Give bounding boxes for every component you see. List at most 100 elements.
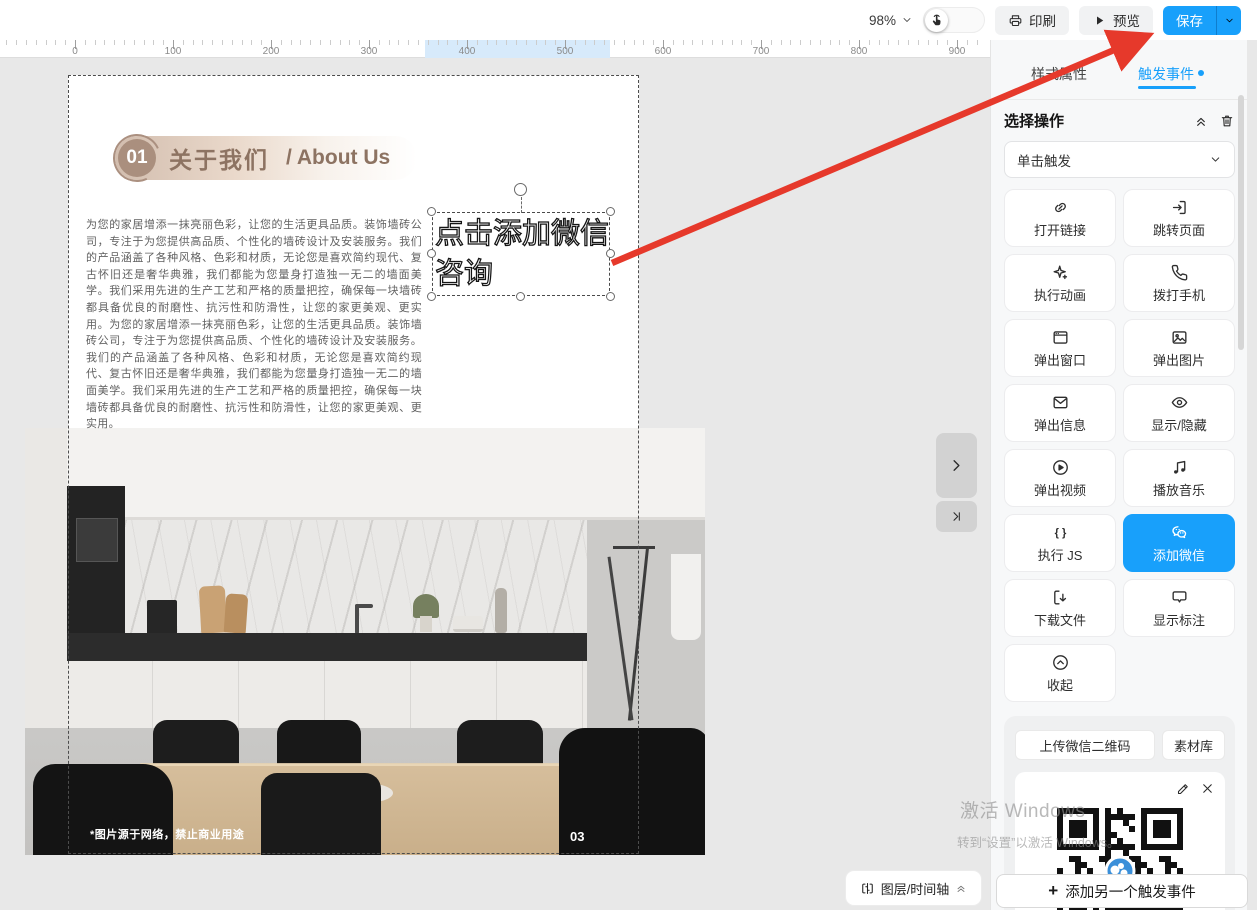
action-braces[interactable]: { }执行 JS [1004, 514, 1116, 572]
selected-text: 点击添加微信咨询 [435, 214, 611, 294]
canvas-area: *图片源于网络，禁止商业用途 03 01 关于我们 / About Us 为您的… [0, 58, 990, 910]
music-icon [1170, 458, 1189, 477]
image-source-caption: *图片源于网络，禁止商业用途 [90, 826, 244, 842]
section-title: 选择操作 [1004, 110, 1193, 131]
action-collapse[interactable]: 收起 [1004, 644, 1116, 702]
sparkle-icon [1051, 263, 1070, 282]
action-sparkle[interactable]: 执行动画 [1004, 254, 1116, 312]
photo-art [153, 720, 239, 766]
selection-handle-tl[interactable] [427, 207, 436, 216]
section-heading[interactable]: 01 关于我们 / About Us [115, 136, 417, 180]
editor-window: 98% 印刷 预览 保存 [0, 0, 1257, 910]
touch-icon [929, 13, 944, 28]
action-label: 显示/隐藏 [1151, 415, 1207, 434]
selected-text-element[interactable]: 点击添加微信咨询 [432, 212, 610, 296]
photo-art [355, 604, 359, 634]
action-annotation[interactable]: 显示标注 [1123, 579, 1235, 637]
action-label: 弹出信息 [1034, 415, 1086, 434]
photo-art [671, 554, 701, 640]
download-icon [1051, 588, 1070, 607]
ruler-selection-highlight [425, 40, 610, 58]
add-trigger-button[interactable]: + 添加另一个触发事件 [996, 874, 1248, 908]
selection-handle-bl[interactable] [427, 292, 436, 301]
action-music[interactable]: 播放音乐 [1123, 449, 1235, 507]
photo-art [224, 593, 249, 633]
upload-qr-button[interactable]: 上传微信二维码 [1015, 730, 1155, 760]
chevron-down-icon [1224, 15, 1235, 26]
toggle-knob [925, 9, 948, 32]
action-image[interactable]: 弹出图片 [1123, 319, 1235, 377]
video-icon [1051, 458, 1070, 477]
photo-art [277, 720, 361, 766]
selection-handle-br[interactable] [606, 292, 615, 301]
photo-art [147, 600, 177, 633]
photo-art [199, 585, 227, 633]
rotation-connector [521, 197, 522, 213]
play-icon [1092, 13, 1107, 28]
action-phone[interactable]: 拨打手机 [1123, 254, 1235, 312]
body-paragraph[interactable]: 为您的家居增添一抹亮丽色彩，让您的生活更具品质。装饰墙砖公司，专注于为您提供高品… [86, 217, 422, 433]
action-label: 添加微信 [1153, 545, 1205, 564]
wechat-icon [1170, 523, 1189, 542]
interaction-mode-toggle[interactable] [923, 7, 985, 33]
selection-handle-tr[interactable] [606, 207, 615, 216]
message-icon [1051, 393, 1070, 412]
action-label: 弹出图片 [1153, 350, 1205, 369]
panel-scrollbar[interactable] [1238, 95, 1244, 895]
photo-art [457, 720, 543, 766]
next-page-button[interactable] [936, 433, 977, 498]
edit-icon[interactable] [1176, 781, 1191, 796]
active-tab-underline [1138, 86, 1196, 89]
trash-icon[interactable] [1219, 113, 1235, 129]
selection-handle-ml[interactable] [427, 249, 436, 258]
action-label: 拨打手机 [1153, 285, 1205, 304]
horizontal-ruler: 0100200300400500600700800900 [0, 40, 990, 58]
action-jump-page[interactable]: 跳转页面 [1123, 189, 1235, 247]
kitchen-image[interactable]: *图片源于网络，禁止商业用途 03 [25, 428, 705, 855]
action-label: 跳转页面 [1153, 220, 1205, 239]
save-split-button: 保存 [1163, 6, 1241, 35]
action-label: 收起 [1047, 675, 1073, 694]
close-icon[interactable] [1200, 781, 1215, 796]
collapse-all-icon[interactable] [1193, 113, 1209, 129]
action-label: 显示标注 [1153, 610, 1205, 629]
tab-trigger-events[interactable]: 触发事件 [1138, 64, 1204, 84]
last-page-button[interactable] [936, 501, 977, 532]
action-label: 播放音乐 [1153, 480, 1205, 499]
action-label: 打开链接 [1034, 220, 1086, 239]
tab-notification-dot [1198, 70, 1204, 76]
photo-art [413, 594, 439, 618]
preview-button[interactable]: 预览 [1079, 6, 1153, 35]
tab-style-properties[interactable]: 样式属性 [1031, 64, 1087, 84]
chevron-right-icon [947, 456, 966, 475]
selection-handle-mr[interactable] [606, 249, 615, 258]
chevron-down-icon [901, 14, 913, 26]
action-eye[interactable]: 显示/隐藏 [1123, 384, 1235, 442]
action-video[interactable]: 弹出视频 [1004, 449, 1116, 507]
svg-text:{ }: { } [1054, 527, 1066, 539]
action-wechat[interactable]: 添加微信 [1123, 514, 1235, 572]
double-chevron-up-icon [955, 882, 967, 894]
zoom-value: 98% [869, 13, 896, 28]
photo-art [67, 633, 587, 661]
action-link[interactable]: 打开链接 [1004, 189, 1116, 247]
save-dropdown-button[interactable] [1216, 6, 1241, 35]
chevron-down-icon [1209, 153, 1222, 166]
zoom-control[interactable]: 98% [869, 13, 913, 28]
print-button[interactable]: 印刷 [995, 6, 1069, 35]
action-label: 弹出视频 [1034, 480, 1086, 499]
trigger-type-select[interactable]: 单击触发 [1004, 141, 1235, 178]
photo-art [25, 428, 705, 520]
action-window[interactable]: 弹出窗口 [1004, 319, 1116, 377]
right-panel: 样式属性 触发事件 选择操作 单击触发 打开链接 跳转页面执行动画拨打手机弹出窗口… [990, 40, 1247, 910]
photo-art [25, 428, 67, 728]
action-message[interactable]: 弹出信息 [1004, 384, 1116, 442]
action-download[interactable]: 下载文件 [1004, 579, 1116, 637]
layers-timeline-button[interactable]: 图层/时间轴 [845, 870, 982, 906]
rotation-handle[interactable] [514, 183, 527, 196]
eye-icon [1170, 393, 1189, 412]
asset-library-button[interactable]: 素材库 [1162, 730, 1225, 760]
selection-handle-bm[interactable] [516, 292, 525, 301]
scrollbar-thumb[interactable] [1238, 95, 1244, 350]
save-button[interactable]: 保存 [1163, 6, 1216, 35]
